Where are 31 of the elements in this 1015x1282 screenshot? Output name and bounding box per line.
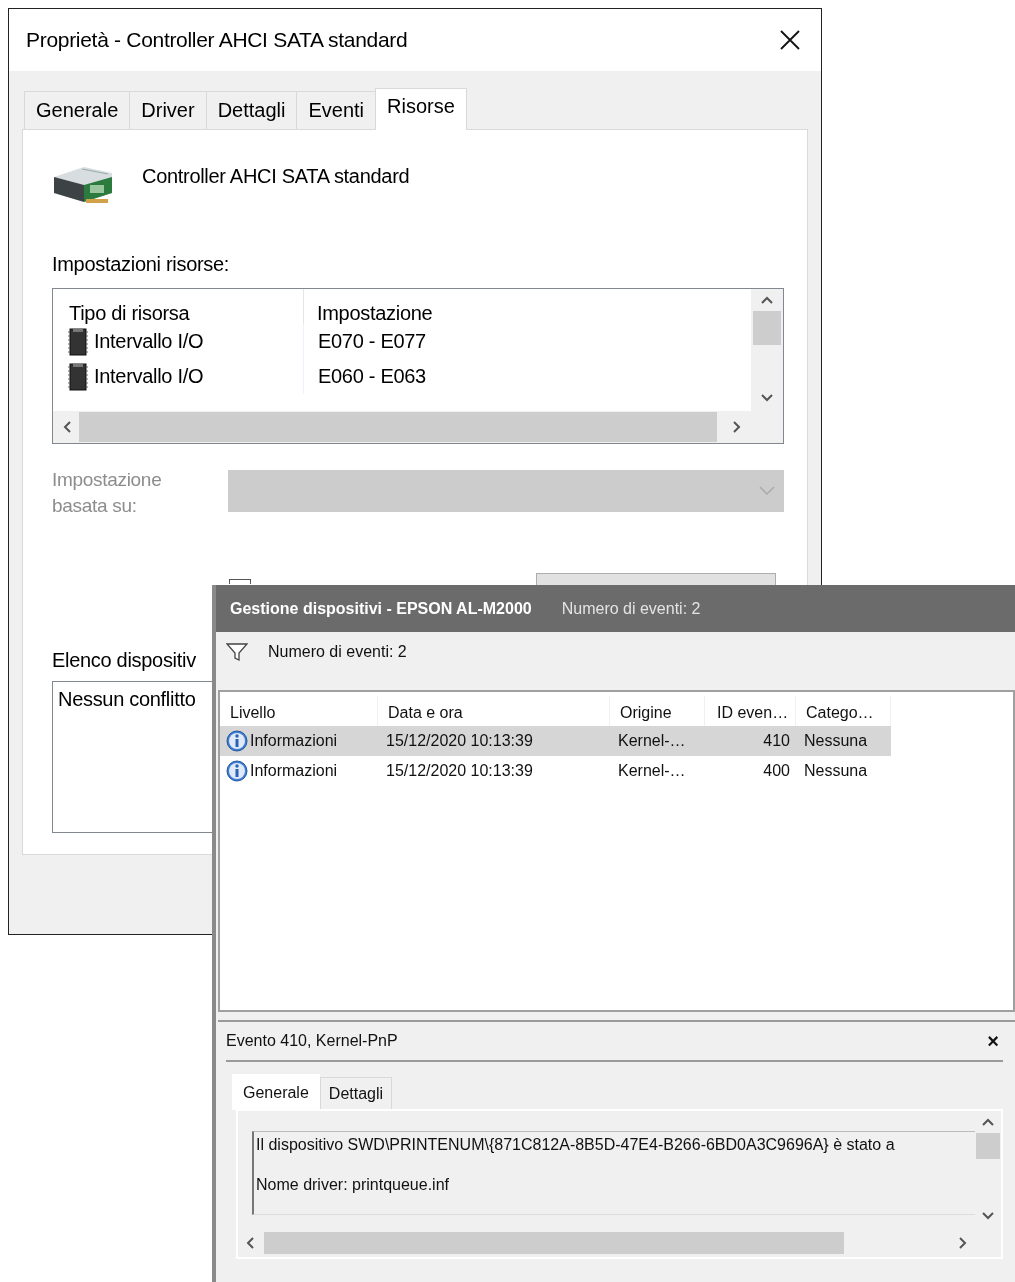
table-cell-text: 400: [762, 761, 791, 781]
table-cell[interactable]: Informazioni: [220, 756, 378, 786]
event-count: Numero di eventi: 2: [561, 599, 701, 618]
resource-type: Intervallo I/O: [94, 365, 204, 388]
pane-title: Evento 410, Kernel-PnP: [226, 1032, 398, 1050]
description-line: Il dispositivo SWD\PRINTENUM\{871C812A-8B5D-47E4-B266-6BD0A3C9696A} è stato a: [256, 1136, 896, 1154]
table-cell: 410: [705, 726, 796, 756]
tab[interactable]: Generale: [24, 91, 131, 129]
table-cell-text: 15/12/2020 10:13:39: [385, 761, 534, 781]
window-title: Proprietà - Controller AHCI SATA standard: [26, 28, 408, 52]
tab[interactable]: Risorse: [375, 88, 467, 130]
field-label: Impostazione basata su:: [52, 468, 163, 518]
table-cell[interactable]: Informazioni: [220, 726, 378, 756]
section-label: Impostazioni risorse:: [52, 253, 230, 276]
close-button[interactable]: ×: [987, 1029, 999, 1053]
table-cell-text: Nessuna: [803, 761, 869, 781]
filter-count: Numero di eventi: 2: [268, 643, 407, 661]
list-text: Nessun conflitto: [58, 688, 196, 710]
table-cell: 15/12/2020 10:13:39: [378, 726, 610, 756]
section-label: Elenco dispositiv: [52, 649, 196, 672]
description-line: Nome driver: printqueue.inf: [256, 1176, 450, 1194]
device-name: Controller AHCI SATA standard: [142, 165, 410, 189]
table-cell-text: Kernel-…: [617, 761, 687, 781]
table-cell: Nessuna: [796, 726, 891, 756]
window-title: Gestione dispositivi - EPSON AL-M2000: [230, 599, 532, 618]
resource-type: Intervallo I/O: [94, 330, 204, 353]
tab[interactable]: Generale: [232, 1074, 320, 1110]
level-text: Informazioni: [250, 732, 338, 750]
tab[interactable]: Dettagli: [319, 1077, 393, 1109]
table-cell: Kernel-…: [610, 726, 705, 756]
level-text: Informazioni: [250, 762, 338, 780]
